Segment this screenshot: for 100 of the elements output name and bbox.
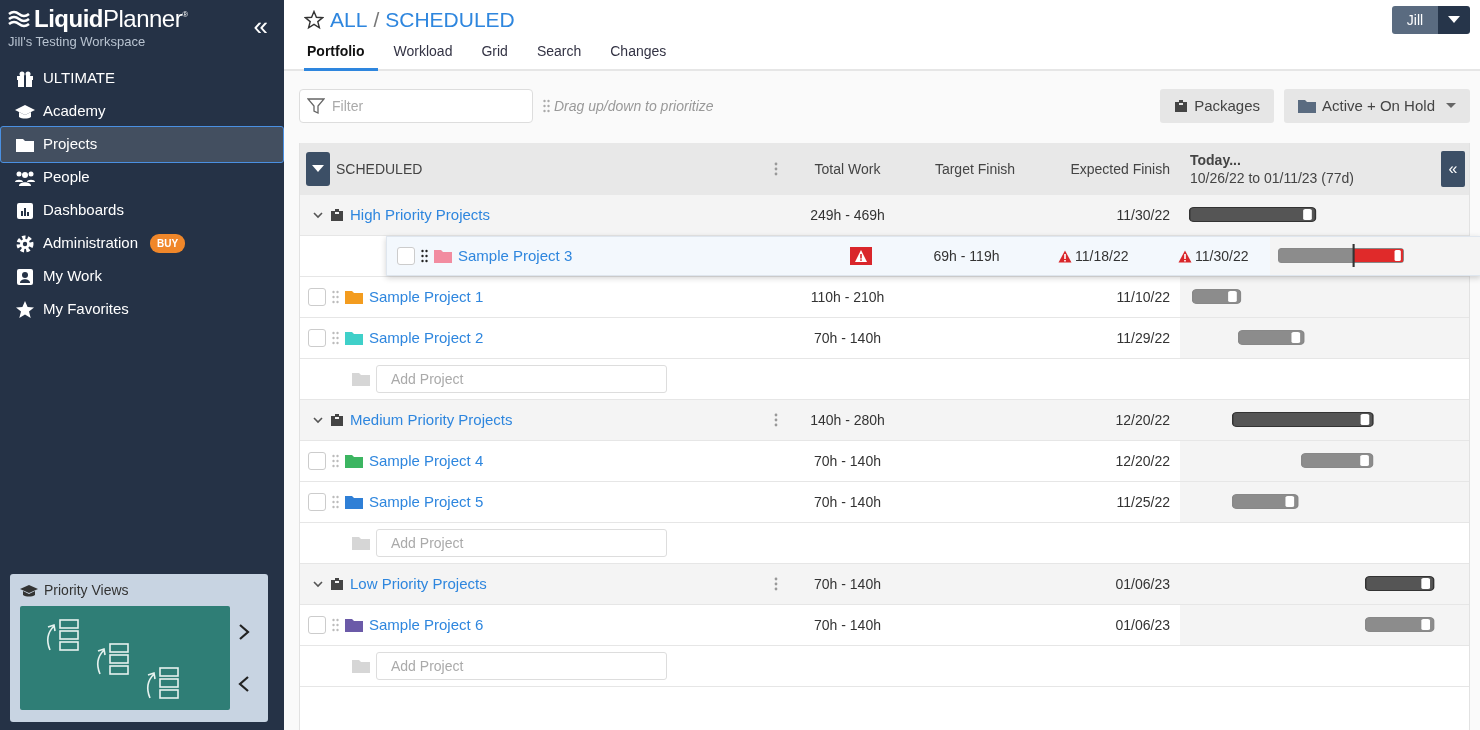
total-work: 70h - 140h	[813, 451, 882, 471]
project-link[interactable]: Sample Project 4	[369, 449, 484, 473]
drag-handle-icon[interactable]	[332, 454, 339, 468]
breadcrumb-link[interactable]: SCHEDULED	[385, 6, 515, 34]
chevron-icon[interactable]	[312, 209, 324, 221]
chevron-right-icon[interactable]	[238, 623, 250, 641]
tab[interactable]: Search	[533, 41, 595, 71]
expected-finish: 11/30/22	[1115, 205, 1171, 225]
chevron-icon[interactable]	[312, 414, 324, 426]
column-header: Target Finish	[934, 160, 1016, 177]
collapse-timeline-button[interactable]: «	[1441, 151, 1465, 187]
project-link[interactable]: Sample Project 6	[369, 613, 484, 637]
expected-finish: 12/20/22	[1114, 451, 1171, 471]
folder-icon	[352, 372, 370, 386]
user-button[interactable]: Jill	[1392, 6, 1438, 34]
expected-finish: 11/25/22	[1115, 492, 1171, 512]
drag-hint: Drag up/down to prioritize	[554, 96, 714, 116]
sidebar-item[interactable]: People	[0, 161, 284, 194]
packages-button[interactable]: Packages	[1160, 89, 1274, 123]
user-menu-button[interactable]	[1438, 6, 1470, 34]
checkbox[interactable]	[308, 493, 326, 511]
star-icon[interactable]	[304, 10, 324, 30]
project-link[interactable]: Sample Project 1	[369, 285, 484, 309]
total-work: 69h - 119h	[932, 246, 1001, 266]
checkbox[interactable]	[308, 288, 326, 306]
drag-handle-icon[interactable]	[332, 618, 339, 632]
sidebar-item[interactable]: My Work	[0, 260, 284, 293]
add-project-field[interactable]: Add Project	[376, 529, 667, 557]
gantt-bar	[1364, 617, 1435, 632]
graduation-cap-icon	[20, 583, 38, 598]
chart-icon	[15, 200, 35, 221]
collapse-all-button[interactable]	[306, 152, 330, 186]
package-icon	[330, 577, 344, 591]
total-work: 249h - 469h	[809, 205, 886, 225]
caret-icon	[312, 165, 324, 173]
expected-finish: 01/06/23	[1114, 615, 1171, 635]
timeline-range: 10/26/22 to 01/11/23 (77d)	[1190, 170, 1354, 186]
more-icon[interactable]	[774, 577, 778, 591]
star-icon	[15, 299, 35, 320]
sidebar-item[interactable]: Dashboards	[0, 194, 284, 227]
checkbox[interactable]	[308, 452, 326, 470]
expected-finish: 11/29/22	[1115, 328, 1171, 348]
sidebar-item[interactable]: My Favorites	[0, 293, 284, 326]
checkbox[interactable]	[397, 247, 415, 265]
drag-handle-icon[interactable]	[332, 290, 339, 304]
tab[interactable]: Workload	[390, 41, 466, 71]
drag-handle-icon[interactable]	[421, 249, 428, 263]
person-card-icon	[15, 266, 35, 287]
project-link[interactable]: Sample Project 2	[369, 326, 484, 350]
package-icon	[1174, 99, 1189, 113]
checkbox[interactable]	[308, 329, 326, 347]
tab[interactable]: Grid	[478, 41, 521, 71]
filter-icon	[307, 97, 325, 115]
gantt-bar	[1364, 576, 1435, 591]
breadcrumb-link[interactable]: ALL	[330, 6, 368, 34]
collapse-sidebar-button[interactable]: «	[253, 4, 268, 62]
workspace-name: Jill's Testing Workspace	[8, 33, 147, 51]
gantt-bar	[1191, 289, 1241, 304]
expected-finish: 12/20/22	[1114, 410, 1171, 430]
expected-finish: 11/30/22	[1195, 246, 1249, 266]
dragged-row[interactable]: Sample Project 3 69h - 119h 11/18/22 11/30/22	[386, 236, 1480, 276]
expected-finish: 11/10/22	[1115, 287, 1171, 307]
add-project-field[interactable]: Add Project	[376, 365, 667, 393]
sidebar-item[interactable]: Projects	[0, 126, 284, 163]
app-logo: LiquidPlanner$^{®}$	[34, 4, 188, 34]
project-link[interactable]: Sample Project 5	[369, 490, 484, 514]
total-work: 110h - 210h	[809, 287, 886, 307]
folder-icon	[1298, 99, 1316, 113]
group-link[interactable]: Medium Priority Projects	[350, 408, 513, 432]
sidebar-item[interactable]: ULTIMATE	[0, 62, 284, 95]
sidebar-item[interactable]: Academy	[0, 95, 284, 128]
column-header: Total Work	[814, 160, 881, 177]
gantt-bar	[1237, 330, 1305, 345]
more-icon[interactable]	[774, 162, 778, 176]
expected-finish: 01/06/23	[1114, 574, 1171, 594]
drag-handle-icon	[543, 99, 550, 113]
timeline-title: Today...	[1190, 151, 1242, 169]
folder-icon	[352, 536, 370, 550]
package-icon	[330, 413, 344, 427]
breadcrumb-separator: /	[373, 7, 380, 33]
checkbox[interactable]	[308, 616, 326, 634]
settings-icon	[15, 233, 35, 254]
target-finish: 11/18/22	[1075, 246, 1129, 266]
status-filter-dropdown[interactable]: Active + On Hold	[1284, 89, 1470, 123]
project-link[interactable]: Sample Project 3	[458, 244, 573, 268]
sidebar-item[interactable]: Administration BUY	[0, 227, 284, 260]
more-icon[interactable]	[774, 413, 778, 427]
drag-handle-icon[interactable]	[332, 495, 339, 509]
filter-field[interactable]: Filter	[299, 89, 533, 123]
total-work: 140h - 280h	[809, 410, 886, 430]
add-project-field[interactable]: Add Project	[376, 652, 667, 680]
chevron-left-icon[interactable]	[238, 675, 250, 693]
column-header: SCHEDULED	[336, 159, 423, 179]
tab[interactable]: Changes	[607, 41, 680, 71]
chevron-icon[interactable]	[312, 578, 324, 590]
total-work: 70h - 140h	[813, 574, 882, 594]
folder-icon	[352, 659, 370, 673]
total-work: 70h - 140h	[813, 615, 882, 635]
package-icon	[330, 208, 344, 222]
drag-handle-icon[interactable]	[332, 331, 339, 345]
